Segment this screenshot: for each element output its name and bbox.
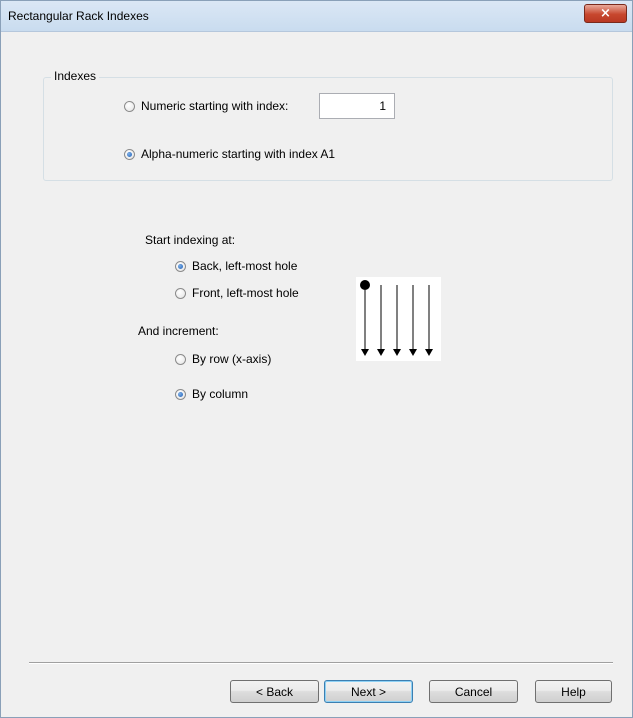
front-leftmost-radio[interactable] — [175, 287, 186, 299]
close-button[interactable]: × — [584, 4, 627, 23]
alphanumeric-radio[interactable] — [124, 148, 135, 160]
by-row-option[interactable]: By row (x-axis) — [175, 352, 271, 366]
numeric-option[interactable]: Numeric starting with index: — [124, 99, 288, 113]
numeric-radio[interactable] — [124, 100, 135, 112]
window-title: Rectangular Rack Indexes — [8, 9, 149, 23]
front-leftmost-option[interactable]: Front, left-most hole — [175, 286, 299, 300]
help-button[interactable]: Help — [535, 680, 612, 703]
next-button[interactable]: Next > — [324, 680, 413, 703]
by-row-radio[interactable] — [175, 353, 186, 365]
column-indexing-arrows-icon — [360, 280, 433, 356]
back-leftmost-radio[interactable] — [175, 260, 186, 272]
back-leftmost-label: Back, left-most hole — [192, 259, 298, 273]
increment-heading: And increment: — [138, 324, 219, 338]
alphanumeric-option-label: Alpha-numeric starting with index A1 — [141, 147, 336, 161]
back-leftmost-option[interactable]: Back, left-most hole — [175, 259, 297, 273]
front-leftmost-label: Front, left-most hole — [192, 286, 299, 300]
indexes-group-title: Indexes — [51, 69, 100, 83]
by-column-radio[interactable] — [175, 388, 186, 400]
by-column-option[interactable]: By column — [175, 387, 248, 401]
cancel-button[interactable]: Cancel — [429, 680, 518, 703]
numeric-start-index-input[interactable] — [319, 93, 395, 119]
start-indexing-heading: Start indexing at: — [145, 233, 236, 247]
numeric-option-label: Numeric starting with index: — [141, 99, 289, 113]
indexing-direction-diagram — [356, 277, 441, 361]
alphanumeric-option[interactable]: Alpha-numeric starting with index A1 — [124, 147, 335, 161]
footer-divider — [29, 662, 613, 664]
close-icon: × — [600, 6, 611, 21]
by-column-label: By column — [192, 387, 249, 401]
by-row-label: By row (x-axis) — [192, 352, 272, 366]
dialog-window: Rectangular Rack Indexes × Indexes Numer… — [0, 0, 633, 718]
title-bar[interactable]: Rectangular Rack Indexes × — [1, 1, 632, 32]
back-button[interactable]: < Back — [230, 680, 319, 703]
